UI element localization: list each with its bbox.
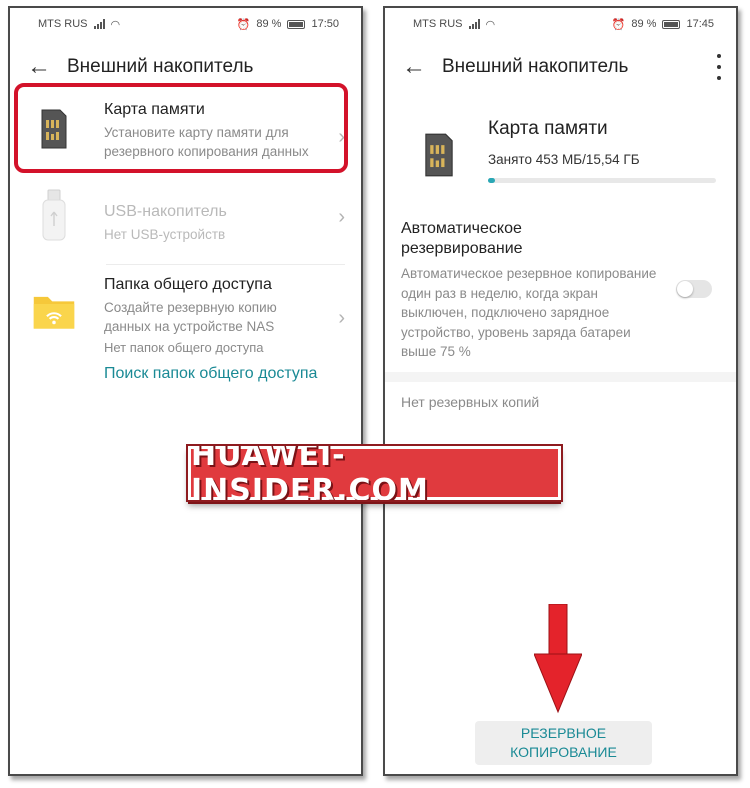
auto-backup-toggle[interactable]	[676, 280, 712, 298]
folder-icon	[33, 296, 75, 329]
status-bar: MTS RUS ◠ ⏰ 89 % 17:50	[10, 8, 361, 40]
clock: 17:45	[686, 18, 714, 30]
app-bar: ← Внешний накопитель	[385, 40, 736, 94]
auto-backup-title: Автоматическое резервирование	[401, 220, 523, 257]
chevron-right-icon: ›	[338, 307, 345, 329]
page-title: Внешний накопитель	[442, 56, 629, 77]
arrow-down-icon	[534, 604, 582, 714]
divider	[106, 264, 345, 265]
storage-progress-bar	[488, 178, 716, 183]
signal-icon	[468, 19, 480, 29]
battery-percent: 89 %	[631, 18, 657, 30]
usb-title: USB-накопитель	[104, 203, 227, 220]
list-item-usb[interactable]: USB-накопитель Нет USB-устройств ›	[10, 189, 361, 262]
right-screen: MTS RUS ◠ ⏰ 89 % 17:45 ← Внешний накопит…	[383, 6, 738, 776]
carrier-label: MTS RUS	[38, 18, 88, 30]
wifi-icon: ◠	[485, 18, 496, 31]
no-backups-label: Нет резервных копий	[401, 394, 540, 410]
search-shared-folders-link[interactable]: Поиск папок общего доступа	[104, 363, 345, 385]
more-icon[interactable]	[716, 54, 722, 80]
signal-icon	[93, 19, 105, 29]
watermark-banner: HUAWEI-INSIDER.COM	[186, 438, 563, 508]
alarm-icon: ⏰	[236, 18, 251, 31]
shared-folder-subtitle: Создайте резервную копию данных на устро…	[104, 300, 277, 334]
back-icon[interactable]: ←	[402, 55, 426, 79]
backup-button[interactable]: РЕЗЕРВНОЕ КОПИРОВАНИЕ	[475, 721, 652, 765]
section-gap	[385, 372, 736, 382]
shared-folder-status: Нет папок общего доступа	[104, 340, 264, 355]
usb-subtitle: Нет USB-устройств	[104, 227, 226, 242]
card-title: Карта памяти	[488, 118, 608, 139]
card-section: Карта памяти Занято 453 МБ/15,54 ГБ Авто…	[385, 94, 736, 372]
battery-percent: 89 %	[256, 18, 282, 30]
card-usage: Занято 453 МБ/15,54 ГБ	[488, 152, 640, 167]
alarm-icon: ⏰	[611, 18, 626, 31]
usb-icon	[42, 189, 66, 241]
chevron-right-icon: ›	[338, 206, 345, 228]
shared-folder-title: Папка общего доступа	[104, 276, 272, 293]
battery-icon	[287, 19, 306, 29]
status-bar: MTS RUS ◠ ⏰ 89 % 17:45	[385, 8, 736, 40]
storage-progress-fill	[488, 178, 495, 183]
sd-card-icon	[425, 133, 453, 177]
carrier-label: MTS RUS	[413, 18, 463, 30]
page-title: Внешний накопитель	[67, 56, 254, 77]
auto-backup-description: Автоматическое резервное копирование оди…	[401, 266, 657, 359]
battery-icon	[662, 19, 681, 29]
wifi-icon: ◠	[110, 18, 121, 31]
watermark-text: HUAWEI-INSIDER.COM	[191, 438, 429, 508]
list-item-shared-folder[interactable]: Папка общего доступа Создайте резервную …	[10, 275, 361, 385]
clock: 17:50	[311, 18, 339, 30]
back-icon[interactable]: ←	[27, 55, 51, 79]
highlight-frame	[14, 83, 348, 173]
